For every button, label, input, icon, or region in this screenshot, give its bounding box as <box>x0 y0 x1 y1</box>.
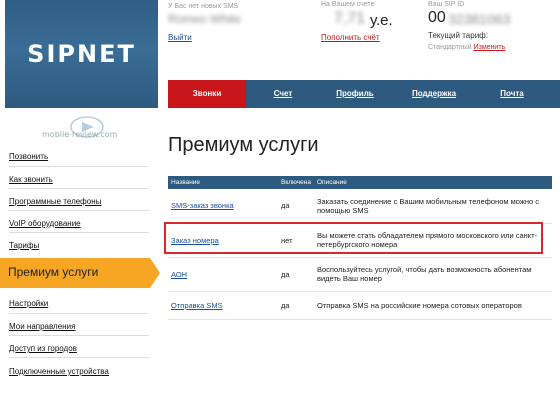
topup-link[interactable]: Пополнить счёт <box>321 33 380 42</box>
sidebar-item-softphones[interactable]: Программные телефоны <box>9 197 101 206</box>
service-name-link[interactable]: SMS-заказ звонка <box>168 189 278 224</box>
service-description: Отправка SMS на российские номера сотовы… <box>313 291 552 320</box>
table-row: Отправка SMS да Отправка SMS на российск… <box>168 291 552 320</box>
service-enabled: да <box>278 291 314 320</box>
balance-amount: 7,71 <box>334 10 366 27</box>
logo-text: SIPNET <box>27 40 136 68</box>
sidebar-item-city-access[interactable]: Доступ из городов <box>9 344 77 353</box>
active-arrow-icon <box>150 258 160 288</box>
tab-account[interactable]: Счет <box>266 80 300 108</box>
sidebar-divider <box>9 188 149 189</box>
sipnet-logo[interactable]: SIPNET <box>5 0 158 108</box>
page-title: Премиум услуги <box>168 134 319 156</box>
tab-profile[interactable]: Профиль <box>332 80 378 108</box>
watermark-text: mobile-review.com <box>42 130 118 139</box>
sidebar-divider <box>9 210 149 211</box>
table-header-row: Название Включена Описание <box>168 176 552 189</box>
tab-mail[interactable]: Почта <box>494 80 530 108</box>
column-header-name: Название <box>168 176 278 189</box>
sidebar-divider <box>9 232 149 233</box>
table-row: АОН да Воспользуйтесь услугой, чтобы дат… <box>168 257 552 292</box>
change-tariff-link[interactable]: Изменить <box>474 44 506 51</box>
sidebar-item-connected-devices[interactable]: Подключенные устройства <box>9 367 109 376</box>
sidebar-item-settings[interactable]: Настройки <box>9 299 48 308</box>
service-name-link[interactable]: АОН <box>168 257 278 292</box>
service-description: Заказать соединение с Вашим мобильным те… <box>313 189 552 224</box>
sidebar-item-premium-active[interactable]: Премиум услуги <box>0 258 150 288</box>
tariff-name: Стандартный <box>428 44 472 51</box>
sidebar-item-label: Премиум услуги <box>8 265 99 279</box>
row-highlight-frame <box>164 222 543 254</box>
balance-currency: у.е. <box>370 12 393 29</box>
sidebar-item-call[interactable]: Позвонить <box>9 152 48 161</box>
sidebar-divider <box>9 335 149 336</box>
sidebar-item-tariffs[interactable]: Тарифы <box>9 241 39 250</box>
sidebar-divider <box>9 357 149 358</box>
tariff-label: Текущий тариф: <box>428 31 488 40</box>
service-enabled: да <box>278 257 314 292</box>
sip-id-prefix: 00 <box>428 9 446 26</box>
table-row: SMS-заказ звонка да Заказать соединение … <box>168 189 552 224</box>
balance-caption: На Вашем счете <box>321 1 375 8</box>
user-name: Romeo White <box>168 12 241 26</box>
service-description: Воспользуйтесь услугой, чтобы дать возмо… <box>313 257 552 292</box>
sidebar-item-how-to-call[interactable]: Как звонить <box>9 175 53 184</box>
sidebar-divider <box>9 313 149 314</box>
logout-link[interactable]: Выйти <box>168 33 192 42</box>
tab-support[interactable]: Поддержка <box>406 80 462 108</box>
sms-caption: У Вас нет новых SMS <box>168 3 239 10</box>
sip-id: 32381063 <box>448 11 511 27</box>
sidebar-item-my-routes[interactable]: Мои направления <box>9 322 75 331</box>
sip-caption: Ваш SIP ID <box>428 1 465 8</box>
service-name-link[interactable]: Отправка SMS <box>168 291 278 320</box>
main-nav: Звонки Счет Профиль Поддержка Почта <box>168 80 560 108</box>
sidebar-divider <box>9 166 149 167</box>
column-header-enabled: Включена <box>278 176 314 189</box>
column-header-description: Описание <box>313 176 552 189</box>
service-enabled: да <box>278 189 314 224</box>
sidebar-item-voip-hardware[interactable]: VoIP оборудование <box>9 219 81 228</box>
tab-calls[interactable]: Звонки <box>168 80 246 108</box>
